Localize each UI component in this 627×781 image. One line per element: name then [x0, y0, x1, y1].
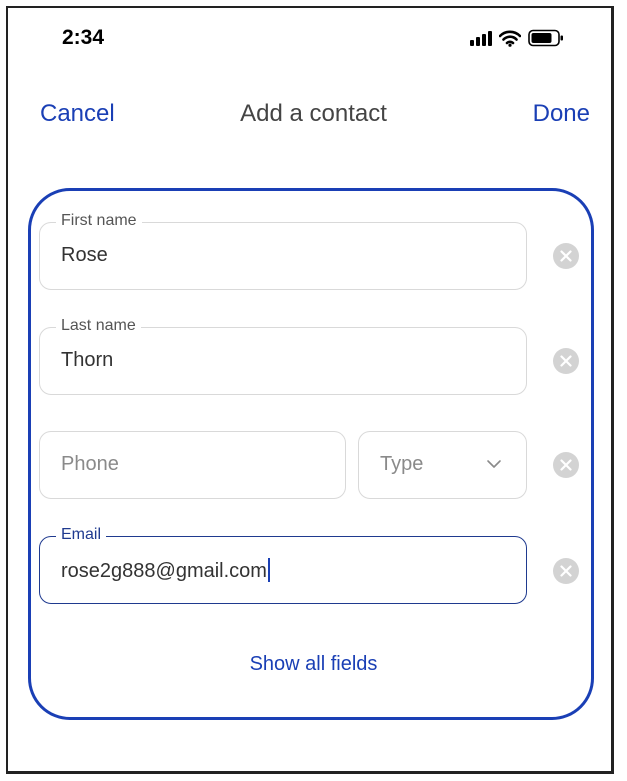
chevron-down-icon: [487, 460, 501, 468]
text-cursor: [267, 558, 271, 582]
email-text: rose2g888@gmail.com: [61, 560, 267, 582]
wifi-icon: [499, 30, 521, 47]
first-name-field[interactable]: First name Rose: [39, 212, 527, 290]
first-name-value: Rose: [61, 244, 108, 266]
close-icon: [560, 565, 572, 577]
phone-field[interactable]: Phone: [39, 431, 346, 499]
status-time: 2:34: [62, 26, 105, 49]
show-all-fields-link[interactable]: Show all fields: [0, 653, 627, 676]
phone-type-placeholder: Type: [380, 453, 424, 475]
status-icons: [470, 28, 564, 48]
email-field[interactable]: Email rose2g888@gmail.com: [39, 526, 527, 604]
close-icon: [560, 355, 572, 367]
cellular-signal-icon: [470, 30, 492, 46]
close-icon: [560, 459, 572, 471]
clear-first-name-button[interactable]: [553, 243, 579, 269]
phone-placeholder: Phone: [61, 453, 119, 475]
last-name-value: Thorn: [61, 349, 114, 371]
first-name-label: First name: [56, 212, 142, 230]
last-name-label: Last name: [56, 317, 141, 335]
email-label: Email: [56, 526, 107, 544]
close-icon: [560, 250, 572, 262]
email-value: rose2g888@gmail.com: [61, 558, 271, 583]
phone-type-select[interactable]: Type: [358, 431, 527, 499]
battery-icon: [528, 29, 563, 47]
clear-email-button[interactable]: [553, 558, 579, 584]
clear-last-name-button[interactable]: [553, 348, 579, 374]
clear-phone-button[interactable]: [553, 452, 579, 478]
done-button[interactable]: Done: [533, 100, 590, 128]
last-name-field[interactable]: Last name Thorn: [39, 317, 527, 395]
